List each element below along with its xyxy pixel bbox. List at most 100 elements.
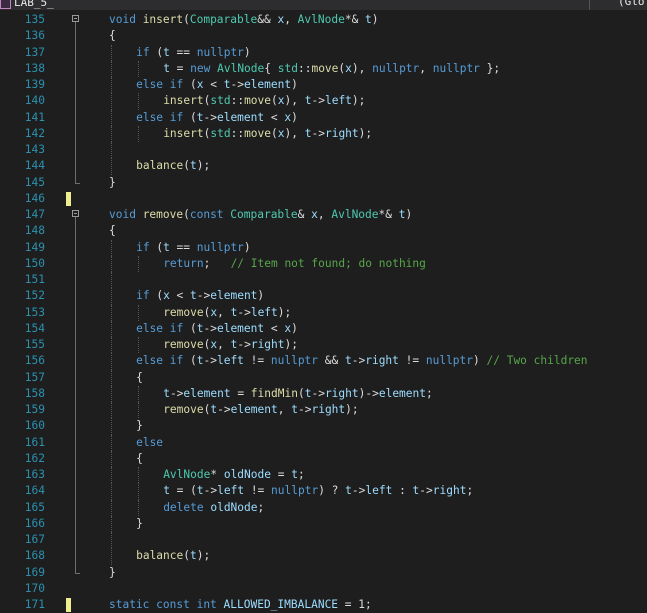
code-token: * — [210, 468, 224, 481]
indent-guide — [111, 353, 112, 370]
fold-line — [75, 320, 76, 337]
indent-guide — [138, 499, 140, 516]
file-tab[interactable]: LAB_5_ — [0, 0, 54, 10]
code-token: < — [203, 78, 224, 91]
fold-end — [75, 564, 80, 574]
code-line[interactable]: 149 if (t == nullptr) — [0, 239, 647, 256]
code-text: if (t == nullptr) — [136, 45, 251, 61]
code-token: nullptr — [196, 240, 244, 254]
code-line[interactable]: 163 AvlNode* oldNode = t; — [0, 467, 647, 484]
indent-guide — [111, 320, 112, 337]
code-line[interactable]: 170 — [0, 581, 647, 597]
fold-end — [75, 174, 80, 184]
collapse-icon[interactable] — [72, 210, 79, 217]
code-token: }; — [479, 61, 501, 75]
code-line[interactable]: 142 insert(std::move(x), t->right); — [0, 125, 647, 142]
code-token: ( — [271, 94, 278, 108]
line-number: 144 — [24, 159, 45, 173]
code-line[interactable]: 167 — [0, 532, 647, 549]
code-token: ); — [196, 159, 211, 173]
code-line[interactable]: 136 { — [0, 28, 647, 45]
code-line[interactable]: 164 t = (t->left != nullptr) ? t->left : … — [0, 483, 647, 500]
code-line[interactable]: 158 t->element = findMin(t->right)->eleme… — [0, 385, 647, 402]
code-line[interactable]: 159 remove(t->element, t->right); — [0, 402, 647, 419]
code-line[interactable]: 145} — [0, 174, 647, 191]
line-number: 149 — [24, 240, 45, 254]
code-line[interactable]: 165 delete oldNode; — [0, 499, 647, 516]
code-line[interactable]: 151 — [0, 272, 647, 289]
code-line[interactable]: 148 { — [0, 223, 647, 240]
code-token: -> — [203, 321, 217, 335]
code-text: } — [109, 175, 116, 191]
scope-dropdown[interactable]: (Glo — [589, 0, 647, 10]
code-token: remove — [142, 208, 184, 221]
collapse-icon[interactable] — [72, 15, 79, 22]
code-token: ) — [371, 13, 379, 26]
line-number: 163 — [24, 468, 45, 481]
code-line[interactable]: 137 if (t == nullptr) — [0, 44, 647, 61]
code-line[interactable]: 135 void insert(Comparable&& x, AvlNode*&… — [0, 12, 647, 29]
code-token: t — [163, 45, 170, 59]
code-text: remove(x, t->right); — [163, 337, 298, 353]
code-line[interactable]: 166} — [0, 515, 647, 532]
code-token: void — [109, 208, 143, 221]
code-text: } — [109, 565, 116, 581]
code-token: } — [136, 516, 143, 530]
code-line[interactable]: 153 remove(x, t->left); — [0, 304, 647, 321]
code-token: ) — [243, 45, 251, 59]
code-line[interactable]: 155 remove(x, t->right); — [0, 337, 647, 354]
line-number: 165 — [24, 500, 45, 514]
code-line[interactable]: 146 — [0, 191, 647, 207]
line-number: 154 — [24, 321, 45, 335]
code-token: t — [163, 386, 170, 400]
code-token: balance — [136, 549, 184, 563]
code-line[interactable]: 140 insert(std::move(x), t->left); — [0, 93, 647, 110]
code-line[interactable]: 169} — [0, 564, 647, 581]
code-token: = — [230, 386, 251, 400]
code-token: t — [345, 484, 352, 498]
indent-guide — [111, 93, 112, 110]
code-line[interactable]: 157 { — [0, 369, 647, 386]
code-line[interactable]: 144 balance(t); — [0, 158, 647, 175]
code-line[interactable]: 138 t = new AvlNode{ std::move(x), nullpt… — [0, 60, 647, 77]
code-text: insert(std::move(x), t->left); — [163, 93, 365, 109]
code-token: Comparable — [189, 13, 258, 26]
code-text: balance(t); — [136, 158, 210, 174]
indent-guide — [111, 450, 112, 467]
code-token: } — [109, 175, 116, 189]
code-line[interactable]: 171 static const int ALLOWED_IMBALANCE = … — [0, 597, 647, 613]
code-token: t — [163, 61, 170, 75]
code-token: ( — [183, 159, 190, 173]
code-token: delete — [163, 500, 211, 514]
code-line[interactable]: 143 — [0, 142, 647, 159]
code-token: & — [297, 208, 312, 221]
code-token: remove — [163, 403, 204, 416]
code-token: *& — [378, 208, 399, 221]
code-line[interactable]: 162 { — [0, 450, 647, 467]
indent-guide — [111, 369, 112, 386]
code-token: static — [109, 598, 157, 611]
code-line[interactable]: 160} — [0, 418, 647, 435]
code-token: std — [277, 61, 298, 75]
code-line[interactable]: 150 return; // Item not found; do nothing — [0, 255, 647, 272]
code-token: if — [136, 240, 157, 254]
code-line[interactable]: 147 void remove(const Comparable& x, AvlN… — [0, 207, 647, 224]
line-number: 137 — [24, 45, 45, 59]
code-line[interactable]: 154 else if (t->element < x) — [0, 320, 647, 337]
code-line[interactable]: 141 else if (t->element < x) — [0, 109, 647, 126]
code-token: :: — [230, 94, 245, 108]
code-token: t — [190, 289, 197, 303]
code-token: insert — [142, 13, 184, 26]
indent-guide — [138, 337, 140, 354]
change-marker — [66, 598, 71, 612]
code-line[interactable]: 152 if (x < t->element) — [0, 288, 647, 305]
code-token: x — [163, 289, 170, 303]
code-token: , — [217, 305, 231, 319]
code-line[interactable]: 161 else — [0, 434, 647, 451]
code-line[interactable]: 156 else if (t->left != nullptr && t->rig… — [0, 353, 647, 370]
code-line[interactable]: 168 balance(t); — [0, 548, 647, 565]
code-token: x — [277, 126, 285, 140]
code-line[interactable]: 139 else if (x < t->element) — [0, 77, 647, 94]
fold-line — [75, 239, 76, 256]
code-editor[interactable]: 135 void insert(Comparable&& x, AvlNode*&… — [0, 12, 647, 613]
